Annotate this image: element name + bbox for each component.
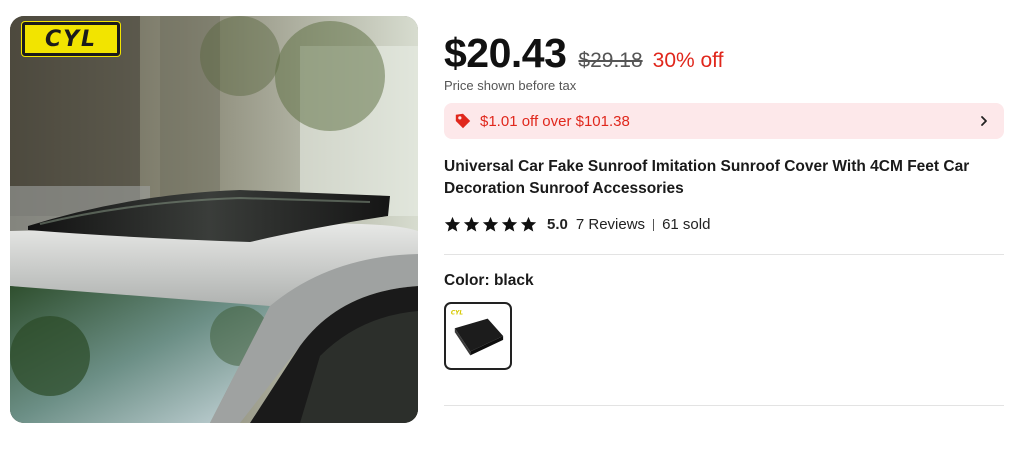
star-icon	[501, 216, 518, 232]
product-photo	[10, 16, 418, 423]
tax-note: Price shown before tax	[444, 78, 577, 93]
product-info-panel: $20.43 $29.18 30% off Price shown before…	[444, 0, 1004, 454]
swatch-logo-text: CYL	[451, 311, 463, 317]
rating-value: 5.0	[547, 216, 568, 233]
star-rating	[444, 216, 537, 233]
reviews-link[interactable]: 7 Reviews	[576, 216, 645, 233]
star-icon	[482, 216, 499, 232]
divider	[444, 254, 1004, 255]
price-row: $20.43 $29.18 30% off	[444, 30, 723, 77]
swatch-thumbnail: CYL	[449, 307, 507, 365]
color-label-text: Color:	[444, 272, 490, 289]
coupon-text: $1.01 off over $101.38	[480, 112, 630, 130]
separator	[653, 218, 655, 231]
star-icon	[444, 216, 461, 232]
product-image[interactable]: CYL	[10, 16, 418, 423]
star-icon	[520, 216, 537, 232]
product-title: Universal Car Fake Sunroof Imitation Sun…	[444, 158, 970, 197]
sold-count: 61 sold	[662, 216, 711, 233]
brand-logo-text: CYL	[44, 26, 98, 52]
star-icon	[463, 216, 480, 232]
rating-row: 5.0 7 Reviews 61 sold	[444, 216, 710, 233]
brand-logo: CYL	[22, 22, 120, 56]
discount-percent: 30% off	[652, 49, 724, 72]
original-price: $29.18	[578, 49, 643, 72]
color-label: Color: black	[444, 272, 534, 290]
divider	[444, 405, 1004, 406]
current-price: $20.43	[444, 30, 567, 76]
selected-color: black	[493, 272, 534, 289]
coupon-bar[interactable]: $1.01 off over $101.38	[444, 103, 1004, 139]
color-swatch-black[interactable]: CYL	[444, 302, 512, 370]
chevron-right-icon	[981, 116, 987, 126]
tag-icon	[455, 113, 471, 129]
